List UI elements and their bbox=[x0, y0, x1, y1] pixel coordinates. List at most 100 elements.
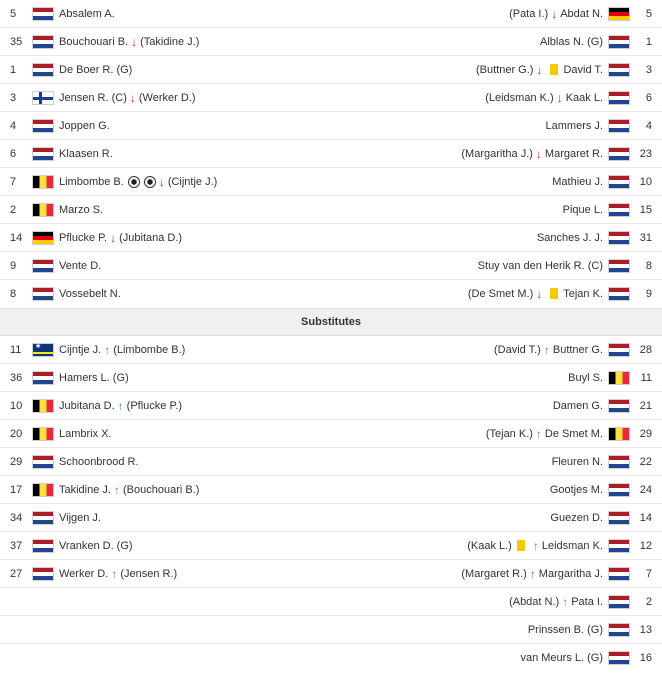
player-name[interactable]: Vossebelt N. bbox=[59, 288, 121, 300]
substitution-partner[interactable]: (Pflucke P.) bbox=[127, 400, 182, 412]
player-name[interactable]: Bouchouari B. bbox=[59, 36, 128, 48]
shirt-number: 5 bbox=[10, 7, 17, 20]
player-name[interactable]: Gootjes M. bbox=[550, 484, 603, 496]
flag-icon bbox=[608, 34, 630, 49]
player-name[interactable]: Guezen D. bbox=[550, 512, 603, 524]
arrow-down-icon: ↓ bbox=[131, 34, 138, 49]
substitutes-list: 11Cijntje J.↑(Limbombe B.)(David T.)↑But… bbox=[0, 336, 662, 672]
lineup-row: van Meurs L. (G) 16 bbox=[0, 644, 662, 672]
player-name[interactable]: Jensen R. (C) bbox=[59, 92, 127, 104]
home-player: 1 De Boer R. (G) bbox=[0, 56, 331, 83]
player-name[interactable]: Kaak L. bbox=[566, 92, 603, 104]
substitution-partner[interactable]: (Jubitana D.) bbox=[119, 232, 182, 244]
shirt-number: 24 bbox=[639, 483, 652, 496]
substitution-partner[interactable]: (Cijntje J.) bbox=[168, 176, 218, 188]
player-name[interactable]: Vijgen J. bbox=[59, 512, 101, 524]
flag-icon bbox=[608, 258, 630, 273]
player-name[interactable]: Jubitana D. bbox=[59, 400, 115, 412]
player-name[interactable]: David T. bbox=[563, 64, 603, 76]
arrow-down-icon: ↓ bbox=[110, 230, 117, 245]
player-name[interactable]: Klaasen R. bbox=[59, 148, 113, 160]
player-info: van Meurs L. (G) bbox=[520, 652, 603, 664]
shirt-number: 2 bbox=[645, 595, 652, 608]
substitution-partner[interactable]: (Kaak L.) bbox=[467, 540, 512, 552]
player-name[interactable]: Stuy van den Herik R. (C) bbox=[478, 260, 603, 272]
player-info: Bouchouari B. ↓ (Takidine J.) bbox=[59, 35, 199, 49]
shirt-number: 28 bbox=[639, 343, 652, 356]
player-name[interactable]: Lambrix X. bbox=[59, 428, 112, 440]
shirt-number: 6 bbox=[10, 147, 17, 160]
player-info: (Leidsman K.) ↓ Kaak L. bbox=[485, 91, 603, 105]
player-name[interactable]: Margaritha J. bbox=[539, 568, 603, 580]
player-name[interactable]: Pata I. bbox=[571, 596, 603, 608]
player-name[interactable]: Sanches J. J. bbox=[537, 232, 603, 244]
shirt-number: 22 bbox=[639, 455, 652, 468]
player-name[interactable]: Tejan K. bbox=[563, 288, 603, 300]
away-player: (Leidsman K.) ↓ Kaak L. 6 bbox=[331, 84, 662, 111]
player-name[interactable]: Mathieu J. bbox=[552, 176, 603, 188]
substitution-partner[interactable]: (David T.) bbox=[494, 344, 541, 356]
substitution-partner[interactable]: (Abdat N.) bbox=[509, 596, 559, 608]
player-name[interactable]: Joppen G. bbox=[59, 120, 110, 132]
player-name[interactable]: De Smet M. bbox=[545, 428, 603, 440]
player-name[interactable]: Damen G. bbox=[553, 400, 603, 412]
flag-icon bbox=[608, 538, 630, 553]
substitution-partner[interactable]: (Pata I.) bbox=[509, 8, 548, 20]
away-player: Stuy van den Herik R. (C) 8 bbox=[331, 252, 662, 279]
player-name[interactable]: Cijntje J. bbox=[59, 344, 101, 356]
substitution-partner[interactable]: (Tejan K.) bbox=[486, 428, 533, 440]
shirt-number: 29 bbox=[10, 455, 23, 468]
player-name[interactable]: Vente D. bbox=[59, 260, 101, 272]
substitution-partner[interactable]: (Jensen R.) bbox=[120, 568, 177, 580]
away-player: Gootjes M. 24 bbox=[331, 476, 662, 503]
flag-icon bbox=[608, 342, 630, 357]
shirt-number: 20 bbox=[10, 427, 23, 440]
player-name[interactable]: Marzo S. bbox=[59, 204, 103, 216]
player-name[interactable]: Absalem A. bbox=[59, 8, 115, 20]
substitution-partner[interactable]: (Leidsman K.) bbox=[485, 92, 553, 104]
substitution-partner[interactable]: (Margaritha J.) bbox=[461, 148, 533, 160]
substitution-partner[interactable]: (Werker D.) bbox=[139, 92, 196, 104]
player-info: De Boer R. (G) bbox=[59, 64, 132, 76]
substitution-partner[interactable]: (Margaret R.) bbox=[461, 568, 526, 580]
away-player: (Pata I.) ↓ Abdat N. 5 bbox=[331, 0, 662, 27]
player-name[interactable]: Leidsman K. bbox=[542, 540, 603, 552]
player-name[interactable]: Limbombe B. bbox=[59, 176, 124, 188]
player-name[interactable]: Alblas N. (G) bbox=[540, 36, 603, 48]
player-name[interactable]: Abdat N. bbox=[560, 8, 603, 20]
player-name[interactable]: Margaret R. bbox=[545, 148, 603, 160]
player-name[interactable]: Vranken D. (G) bbox=[59, 540, 133, 552]
player-name[interactable]: Lammers J. bbox=[546, 120, 603, 132]
player-info: Mathieu J. bbox=[552, 176, 603, 188]
substitution-partner[interactable]: (Limbombe B.) bbox=[113, 344, 185, 356]
shirt-number: 10 bbox=[639, 175, 652, 188]
substitution-partner[interactable]: (Bouchouari B.) bbox=[123, 484, 199, 496]
player-name[interactable]: Pflucke P. bbox=[59, 232, 107, 244]
substitution-partner[interactable]: (Takidine J.) bbox=[140, 36, 199, 48]
away-player: (Margaret R.) ↑ Margaritha J. 7 bbox=[331, 560, 662, 587]
lineup-row: 6 Klaasen R. (Margaritha J.) ↓ Margaret R. 23 bbox=[0, 140, 662, 168]
arrow-up-icon: ↑ bbox=[562, 594, 569, 609]
player-name[interactable]: Hamers L. (G) bbox=[59, 372, 129, 384]
arrow-up-icon: ↑ bbox=[113, 482, 120, 497]
player-name[interactable]: Buttner G. bbox=[553, 344, 603, 356]
home-player: 35 Bouchouari B. ↓ (Takidine J.) bbox=[0, 28, 331, 55]
player-name[interactable]: Prinssen B. (G) bbox=[528, 624, 603, 636]
player-name[interactable]: van Meurs L. (G) bbox=[520, 652, 603, 664]
substitution-partner[interactable]: (De Smet M.) bbox=[468, 288, 533, 300]
shirt-number: 8 bbox=[10, 287, 17, 300]
away-player: Guezen D. 14 bbox=[331, 504, 662, 531]
player-name[interactable]: Takidine J. bbox=[59, 484, 111, 496]
player-name[interactable]: Werker D. bbox=[59, 568, 108, 580]
player-name[interactable]: Pique L. bbox=[563, 204, 603, 216]
player-name[interactable]: Fleuren N. bbox=[552, 456, 603, 468]
player-name[interactable]: Schoonbrood R. bbox=[59, 456, 139, 468]
substitution-partner[interactable]: (Buttner G.) bbox=[476, 64, 533, 76]
lineup-row: (Abdat N.) ↑ Pata I. 2 bbox=[0, 588, 662, 616]
home-player: 4 Joppen G. bbox=[0, 112, 331, 139]
shirt-number: 7 bbox=[645, 567, 652, 580]
player-name[interactable]: Buyl S. bbox=[568, 372, 603, 384]
player-name[interactable]: De Boer R. (G) bbox=[59, 64, 132, 76]
away-player: Lammers J. 4 bbox=[331, 112, 662, 139]
flag-icon bbox=[608, 622, 630, 637]
